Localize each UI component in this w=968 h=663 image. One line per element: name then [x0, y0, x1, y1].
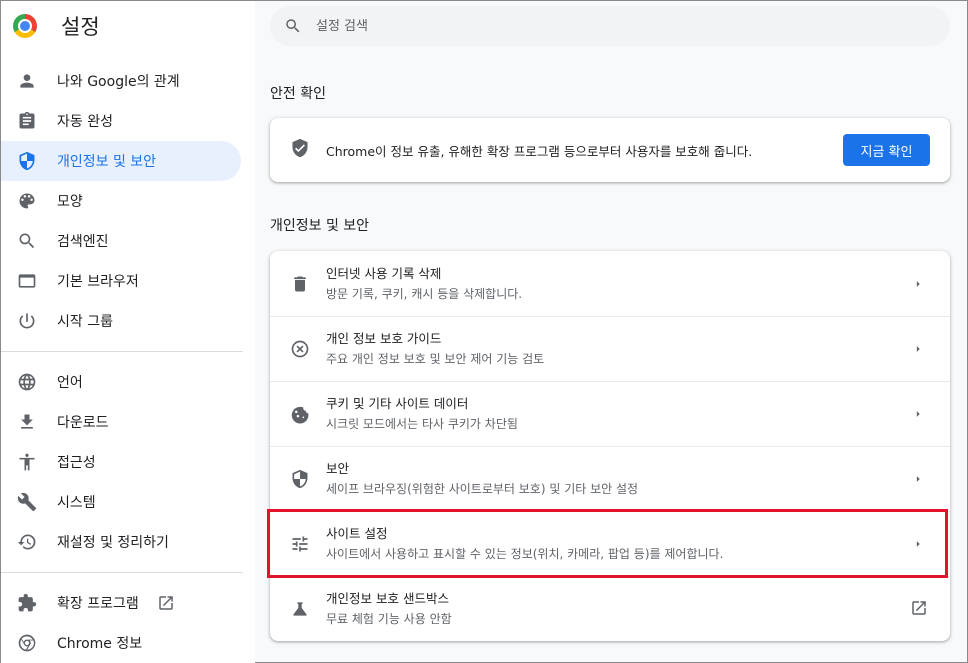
shield-check-icon [290, 138, 310, 162]
row-text: 쿠키 및 기타 사이트 데이터 시크릿 모드에서는 타사 쿠키가 차단됨 [326, 395, 908, 433]
search-input[interactable] [316, 18, 916, 34]
chrome-icon [17, 633, 37, 653]
chrome-logo-icon [13, 14, 37, 38]
search-icon [286, 19, 300, 33]
restore-icon [17, 532, 37, 552]
globe-icon [17, 372, 37, 392]
sidebar-item-accessibility[interactable]: 접근성 [1, 442, 241, 482]
sidebar-item-reset[interactable]: 재설정 및 정리하기 [1, 522, 241, 562]
trash-icon [290, 274, 310, 294]
safety-check-description: Chrome이 정보 유출, 유해한 확장 프로그램 등으로부터 사용자를 보호… [326, 143, 753, 159]
sidebar-item-label: 모양 [57, 194, 83, 210]
safety-check-heading: 안전 확인 [270, 86, 326, 102]
row-clear-browsing-data[interactable]: 인터넷 사용 기록 삭제 방문 기록, 쿠키, 캐시 등을 삭제합니다. [270, 251, 950, 316]
sidebar-item-label: 개인정보 및 보안 [57, 154, 157, 170]
sidebar-item-default-browser[interactable]: 기본 브라우저 [1, 261, 241, 301]
safety-check-row: Chrome이 정보 유출, 유해한 확장 프로그램 등으로부터 사용자를 보호… [270, 118, 950, 182]
sidebar-item-label: 나와 Google의 관계 [57, 74, 180, 90]
sidebar-item-extensions[interactable]: 확장 프로그램 [1, 583, 241, 623]
shield-icon [17, 151, 37, 171]
open-in-new-icon [910, 599, 930, 619]
row-text: 인터넷 사용 기록 삭제 방문 기록, 쿠키, 캐시 등을 삭제합니다. [326, 265, 908, 303]
sidebar-item-label: 언어 [57, 375, 83, 391]
flask-icon [290, 599, 310, 619]
sidebar-item-downloads[interactable]: 다운로드 [1, 402, 241, 442]
wrench-icon [17, 492, 37, 512]
sidebar-item-label: 자동 완성 [57, 114, 113, 130]
row-title: 쿠키 및 기타 사이트 데이터 [326, 396, 469, 411]
row-site-settings[interactable]: 사이트 설정 사이트에서 사용하고 표시할 수 있는 정보(위치, 카메라, 팝… [270, 511, 950, 576]
sidebar-item-languages[interactable]: 언어 [1, 362, 241, 402]
row-title: 인터넷 사용 기록 삭제 [326, 265, 442, 281]
row-title: 개인정보 보호 샌드박스 [326, 591, 449, 606]
row-subtitle: 무료 체험 기능 사용 안함 [326, 612, 452, 626]
sidebar-item-on-startup[interactable]: 시작 그룹 [1, 301, 241, 341]
brand: 설정 [13, 11, 100, 41]
row-title: 보안 [326, 461, 350, 476]
safety-check-card: Chrome이 정보 유출, 유해한 확장 프로그램 등으로부터 사용자를 보호… [270, 118, 950, 182]
row-subtitle: 시크릿 모드에서는 타사 쿠키가 차단됨 [326, 417, 518, 431]
row-privacy-sandbox[interactable]: 개인정보 보호 샌드박스 무료 체험 기능 사용 안함 [270, 576, 950, 641]
sidebar-divider [1, 572, 243, 573]
sidebar-item-label: 시스템 [57, 495, 96, 511]
row-text: 개인정보 보호 샌드박스 무료 체험 기능 사용 안함 [326, 590, 910, 628]
sidebar-item-label: 접근성 [57, 455, 96, 471]
chevron-right-icon [908, 469, 928, 489]
sidebar-item-autofill[interactable]: 자동 완성 [1, 101, 241, 141]
row-subtitle: 방문 기록, 쿠키, 캐시 등을 삭제합니다. [326, 286, 523, 301]
row-title: 사이트 설정 [326, 526, 388, 541]
palette-icon [17, 191, 37, 211]
chevron-right-icon [908, 534, 928, 554]
search-icon [17, 231, 37, 251]
chevron-right-icon [908, 274, 928, 294]
sidebar-item-search-engine[interactable]: 검색엔진 [1, 221, 241, 261]
row-subtitle: 주요 개인 정보 보호 및 보안 제어 기능 검토 [326, 352, 545, 366]
sidebar-item-label: 다운로드 [57, 415, 109, 431]
check-now-button[interactable]: 지금 확인 [843, 134, 930, 166]
privacy-card: 인터넷 사용 기록 삭제 방문 기록, 쿠키, 캐시 등을 삭제합니다. 개인 … [270, 251, 950, 641]
person-icon [17, 71, 37, 91]
guide-icon [290, 339, 310, 359]
chevron-right-icon [908, 339, 928, 359]
sidebar-item-privacy[interactable]: 개인정보 및 보안 [1, 141, 241, 181]
sidebar-item-label: 기본 브라우저 [57, 274, 139, 290]
sidebar-item-label: 검색엔진 [57, 234, 109, 250]
sidebar-item-label: 시작 그룹 [57, 314, 113, 330]
sidebar-item-label: 재설정 및 정리하기 [57, 535, 169, 551]
row-text: 사이트 설정 사이트에서 사용하고 표시할 수 있는 정보(위치, 카메라, 팝… [326, 525, 908, 563]
settings-search[interactable] [270, 6, 950, 46]
row-cookies[interactable]: 쿠키 및 기타 사이트 데이터 시크릿 모드에서는 타사 쿠키가 차단됨 [270, 381, 950, 446]
accessibility-icon [17, 452, 37, 472]
cookie-icon [290, 404, 310, 424]
power-icon [17, 311, 37, 331]
sidebar-nav: 나와 Google의 관계 자동 완성 개인정보 및 보안 모양 검색엔진 기본… [1, 61, 255, 663]
privacy-section-heading: 개인정보 및 보안 [270, 218, 370, 234]
sidebar: 설정 나와 Google의 관계 자동 완성 개인정보 및 보안 모양 검색엔진… [1, 1, 255, 663]
sidebar-item-label: 확장 프로그램 [57, 596, 139, 612]
row-security[interactable]: 보안 세이프 브라우징(위험한 사이트로부터 보호) 및 기타 보안 설정 [270, 446, 950, 511]
tune-icon [290, 534, 310, 554]
sidebar-item-label: Chrome 정보 [57, 636, 143, 652]
row-text: 보안 세이프 브라우징(위험한 사이트로부터 보호) 및 기타 보안 설정 [326, 460, 908, 498]
row-title: 개인 정보 보호 가이드 [326, 331, 442, 346]
puzzle-icon [17, 593, 37, 613]
browser-icon [17, 271, 37, 291]
row-subtitle: 세이프 브라우징(위험한 사이트로부터 보호) 및 기타 보안 설정 [326, 482, 639, 496]
sidebar-divider [1, 351, 243, 352]
security-icon [290, 469, 310, 489]
page-title: 설정 [61, 15, 100, 39]
row-text: 개인 정보 보호 가이드 주요 개인 정보 보호 및 보안 제어 기능 검토 [326, 330, 908, 368]
clipboard-icon [17, 111, 37, 131]
sidebar-item-system[interactable]: 시스템 [1, 482, 241, 522]
row-subtitle: 사이트에서 사용하고 표시할 수 있는 정보(위치, 카메라, 팝업 등)를 제… [326, 547, 724, 561]
sidebar-item-you-and-google[interactable]: 나와 Google의 관계 [1, 61, 241, 101]
download-icon [17, 412, 37, 432]
sidebar-item-appearance[interactable]: 모양 [1, 181, 241, 221]
open-in-new-icon [157, 594, 175, 612]
chevron-right-icon [908, 404, 928, 424]
row-privacy-guide[interactable]: 개인 정보 보호 가이드 주요 개인 정보 보호 및 보안 제어 기능 검토 [270, 316, 950, 381]
sidebar-item-about-chrome[interactable]: Chrome 정보 [1, 623, 241, 663]
